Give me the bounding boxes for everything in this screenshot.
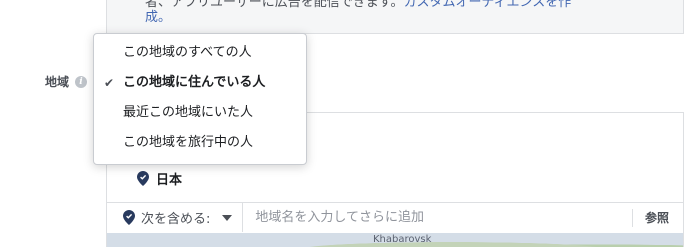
custom-audience-link[interactable]: カスタムオーディエンスを作 bbox=[403, 0, 571, 10]
info-line-2: 成。 bbox=[145, 9, 171, 27]
menu-item-label: この地域に住んでいる人 bbox=[123, 75, 266, 90]
location-search-input[interactable] bbox=[243, 203, 632, 232]
map-preview[interactable]: Khabarovsk bbox=[107, 233, 683, 247]
include-pin-icon bbox=[123, 210, 135, 225]
menu-item-label: この地域を旅行中の人 bbox=[123, 135, 254, 150]
include-label: 次を含める: bbox=[141, 212, 211, 227]
menu-item-people-recently-in-location[interactable]: 最近この地域にいた人 bbox=[94, 98, 306, 128]
include-type-dropdown[interactable]: 次を含める: bbox=[107, 203, 244, 232]
selected-location-name: 日本 bbox=[156, 173, 183, 188]
info-icon[interactable]: i bbox=[75, 75, 88, 88]
region-label: 地域 i bbox=[45, 73, 88, 90]
location-search-row: 次を含める: 参照 bbox=[107, 202, 683, 232]
menu-item-everyone-in-location[interactable]: この地域のすべての人 bbox=[94, 38, 306, 68]
info-text: 者、アプリユーザーに広告を配信できます。 bbox=[145, 0, 404, 10]
map-city-label: Khabarovsk bbox=[373, 234, 432, 245]
browse-button[interactable]: 参照 bbox=[631, 208, 681, 227]
menu-item-people-traveling-in-location[interactable]: この地域を旅行中の人 bbox=[94, 128, 306, 158]
custom-audience-link-continued[interactable]: 成。 bbox=[145, 10, 171, 25]
location-pin-icon bbox=[137, 171, 149, 186]
menu-item-people-living-in-location[interactable]: ✔ この地域に住んでいる人 bbox=[94, 68, 306, 98]
checkmark-icon: ✔ bbox=[104, 76, 115, 90]
menu-item-label: この地域のすべての人 bbox=[123, 45, 252, 60]
audience-info-box: 者、アプリユーザーに広告を配信できます。カスタムオーディエンスを作 成。 bbox=[106, 0, 684, 34]
location-type-menu: この地域のすべての人 ✔ この地域に住んでいる人 最近この地域にいた人 この地域… bbox=[93, 33, 307, 165]
region-label-text: 地域 bbox=[45, 75, 70, 89]
info-line-1: 者、アプリユーザーに広告を配信できます。カスタムオーディエンスを作 bbox=[145, 0, 571, 12]
menu-item-label: 最近この地域にいた人 bbox=[123, 105, 254, 120]
selected-location: 日本 bbox=[137, 169, 182, 188]
chevron-down-icon bbox=[222, 214, 233, 221]
